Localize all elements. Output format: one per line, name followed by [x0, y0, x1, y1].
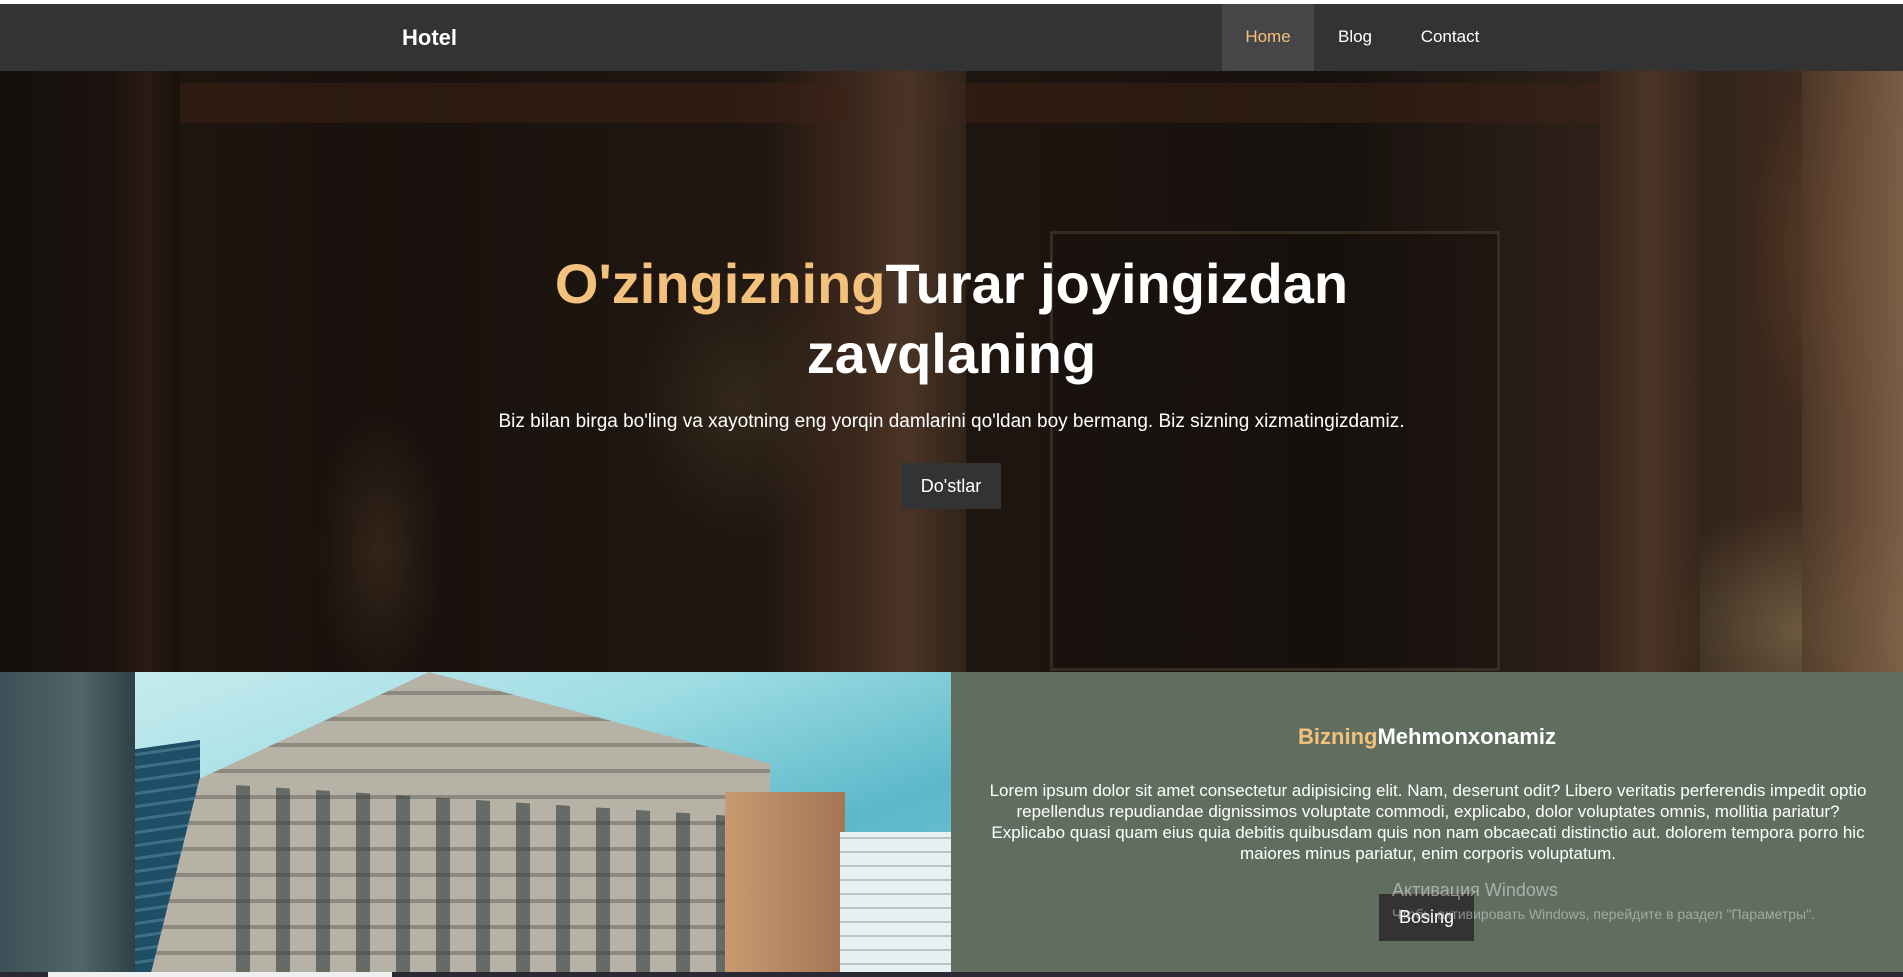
image-building-shape [840, 832, 951, 977]
about-text: Lorem ipsum dolor sit amet consectetur a… [989, 781, 1867, 863]
image-building-shape [725, 792, 845, 977]
logo[interactable]: Hotel [402, 25, 457, 51]
navbar: Hotel Home Blog Contact [0, 4, 1903, 71]
image-building-shape [0, 672, 135, 977]
nav-item-contact[interactable]: Contact [1410, 4, 1490, 71]
windows-activation-subtitle: Чтобы активировать Windows, перейдите в … [1392, 906, 1815, 922]
windows-activation-title: Активация Windows [1392, 880, 1558, 900]
hotel-building-image [0, 672, 951, 977]
about-title-accent: Bizning [1298, 724, 1378, 749]
hero-subtitle: Biz bilan birga bo'ling va xayotning eng… [498, 411, 1405, 432]
hero-section: O'zingizningTurar joyingizdan zavqlaning… [0, 71, 1903, 672]
nav-item-home[interactable]: Home [1222, 4, 1314, 71]
about-title-rest: Mehmonxonamiz [1377, 724, 1556, 749]
horizontal-scrollbar-thumb[interactable] [48, 972, 392, 977]
about-section: BizningMehmonxonamiz Lorem ipsum dolor s… [951, 672, 1903, 977]
friends-button[interactable]: Do'stlar [901, 463, 1001, 509]
about-title: BizningMehmonxonamiz [951, 724, 1903, 750]
hero-title-rest: Turar joyingizdan zavqlaning [806, 252, 1349, 385]
hero-title-accent: O'zingizning [554, 252, 886, 315]
hero-title: O'zingizningTurar joyingizdan zavqlaning [420, 249, 1483, 389]
nav-item-blog[interactable]: Blog [1326, 4, 1384, 71]
